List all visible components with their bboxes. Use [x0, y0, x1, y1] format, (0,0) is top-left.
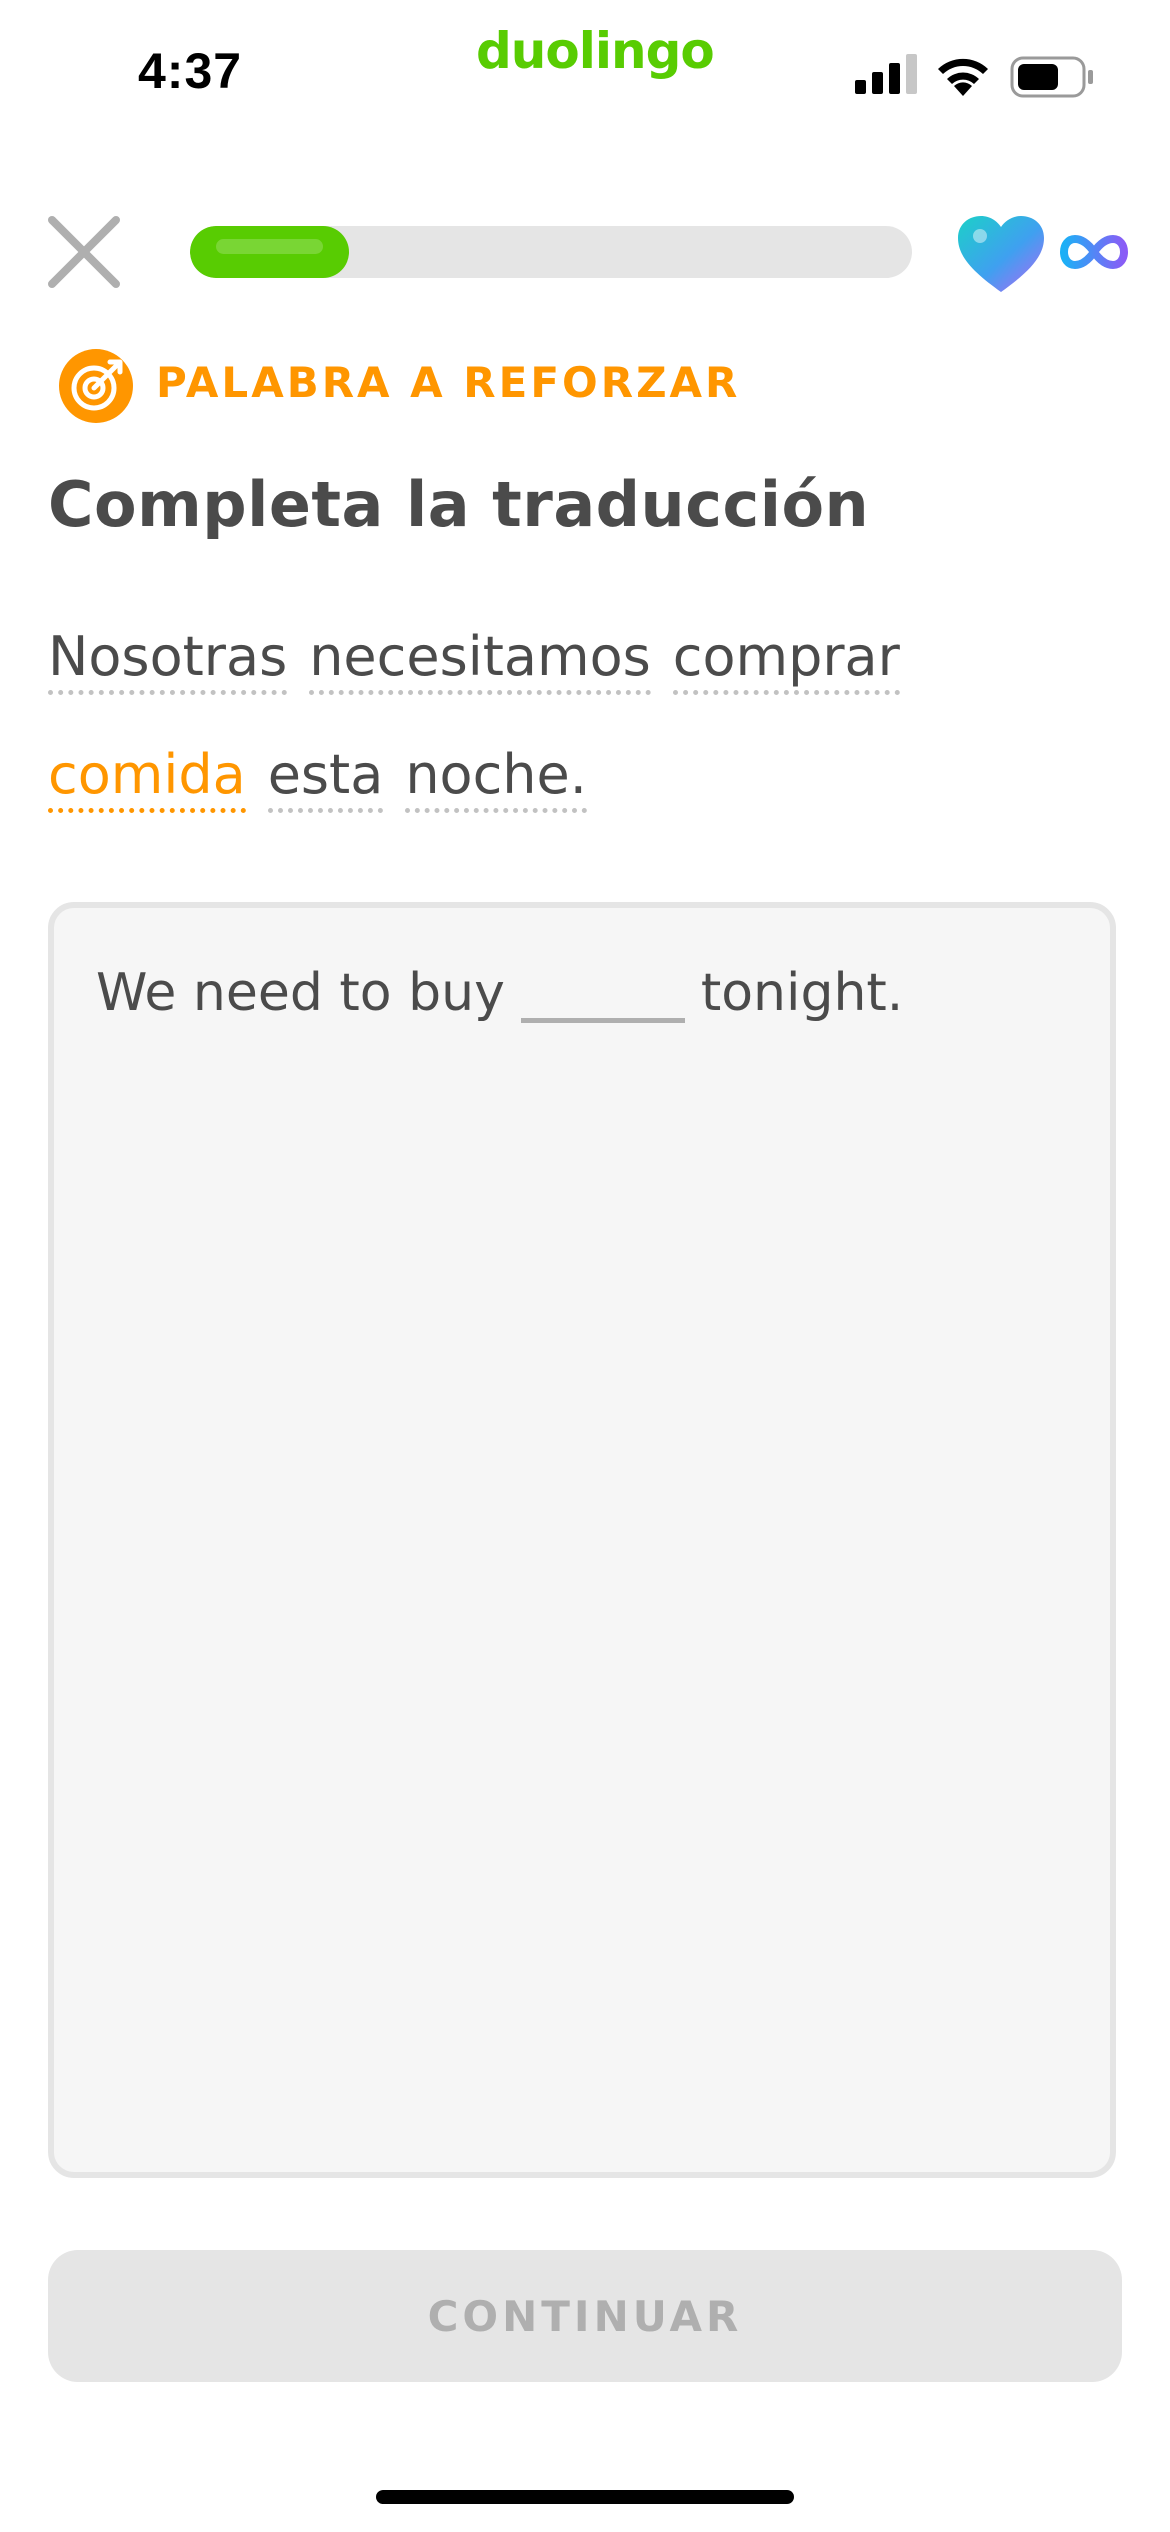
prompt-word[interactable]: noche. [405, 742, 587, 813]
heart-icon [958, 216, 1044, 292]
answer-prefix: We need to buy [96, 963, 505, 1023]
answer-sentence: We need to buy tonight. [96, 958, 903, 1023]
close-button[interactable] [46, 214, 122, 290]
prompt-word[interactable]: Nosotras [48, 624, 288, 695]
battery-icon [1010, 56, 1093, 98]
answer-blank-input[interactable] [520, 958, 685, 1023]
target-icon [59, 349, 133, 423]
prompt-word[interactable]: necesitamos [309, 624, 651, 695]
wifi-icon [938, 58, 988, 96]
prompt-sentence: Nosotras necesitamos comprar comida esta noch… [48, 598, 1128, 834]
lesson-progress-shine [216, 239, 323, 254]
challenge-title: Completa la traducción [48, 468, 870, 541]
continue-button[interactable]: CONTINUAR [48, 2250, 1122, 2382]
cellular-signal-icon [855, 54, 917, 94]
prompt-word-highlighted[interactable]: comida [48, 742, 246, 813]
prompt-word[interactable]: esta [267, 742, 384, 813]
lesson-progress-bar [190, 226, 912, 278]
infinity-icon [1060, 234, 1128, 270]
close-icon [48, 216, 120, 288]
answer-suffix: tonight. [700, 963, 904, 1023]
status-time: 4:37 [138, 43, 243, 99]
challenge-type-label: PALABRA A REFORZAR [156, 358, 741, 407]
app-logo: duolingo [476, 22, 715, 80]
answer-box: We need to buy tonight. [48, 902, 1116, 2178]
home-indicator[interactable] [376, 2490, 794, 2504]
prompt-word[interactable]: comprar [672, 624, 900, 695]
